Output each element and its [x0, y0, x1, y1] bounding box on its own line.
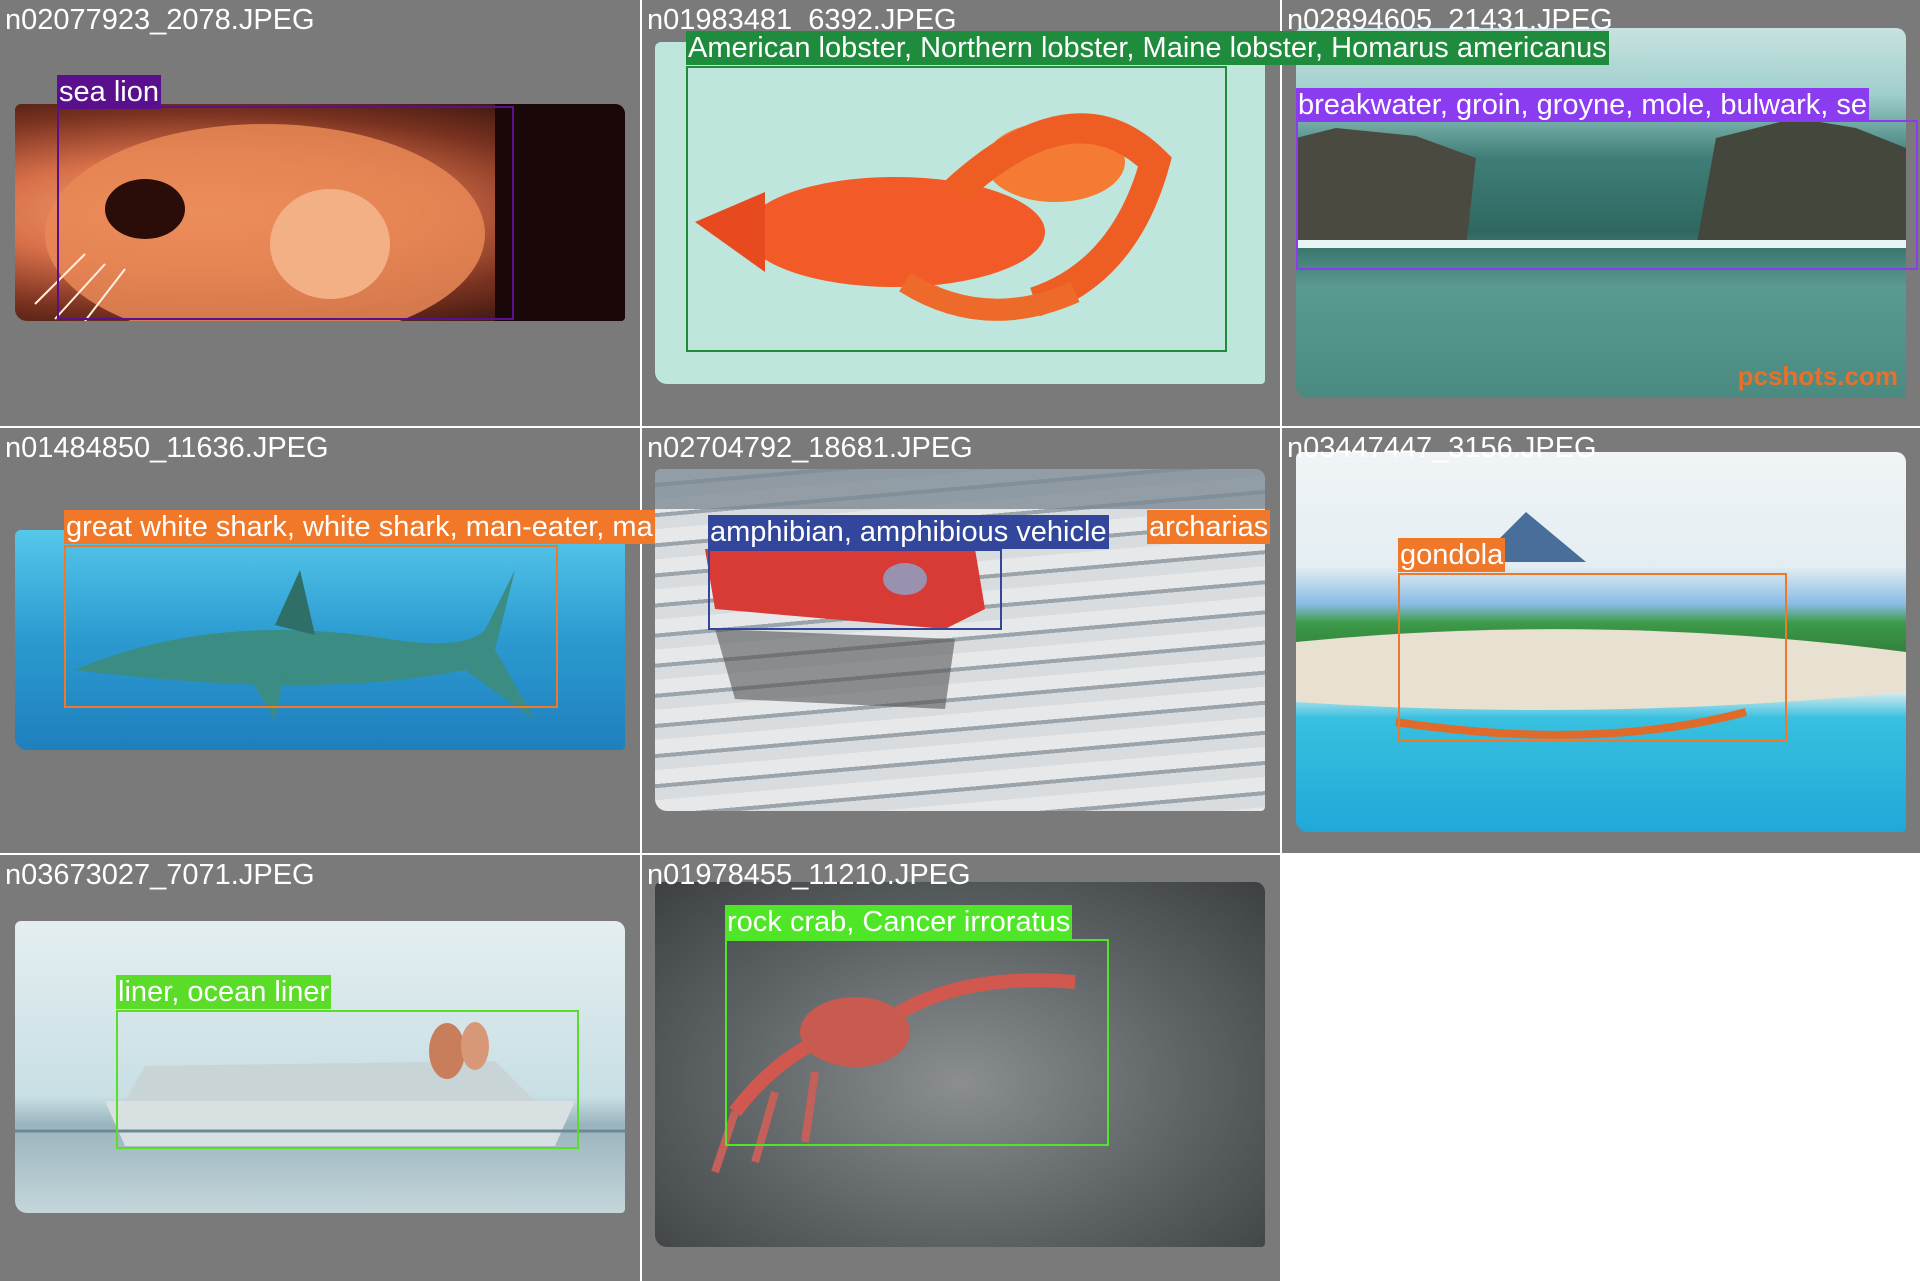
class-label: liner, ocean liner — [116, 975, 332, 1009]
filename-label: n02077923_2078.JPEG — [5, 4, 315, 36]
filename-label: n01978455_11210.JPEG — [647, 859, 971, 891]
class-label: great white shark, white shark, man-eate… — [64, 510, 655, 544]
class-label: American lobster, Northern lobster, Main… — [686, 31, 1609, 65]
grid-cell-6[interactable]: n03447447_3156.JPEG gondola — [1282, 428, 1920, 853]
filename-label: n03673027_7071.JPEG — [5, 859, 315, 891]
grid-cell-4[interactable]: n01484850_11636.JPEG great white shark, … — [0, 428, 655, 853]
class-label: amphibian, amphibious vehicle — [708, 515, 1109, 549]
detection-box — [116, 1010, 579, 1149]
detection-box — [725, 939, 1109, 1146]
filename-label: n02704792_18681.JPEG — [647, 432, 973, 464]
class-label: rock crab, Cancer irroratus — [725, 905, 1073, 939]
detection-box — [57, 106, 514, 320]
detection-box — [64, 545, 558, 708]
filename-label: n01484850_11636.JPEG — [5, 432, 329, 464]
detection-box — [1296, 120, 1918, 270]
grid-cell-8[interactable]: n01978455_11210.JPEG rock crab, Cancer i… — [642, 855, 1280, 1281]
grid-cell-1[interactable]: n02077923_2078.JPEG sea lion — [0, 0, 640, 426]
grid-cell-5[interactable]: n02704792_18681.JPEG archarias amphibian… — [642, 428, 1280, 853]
class-label-overflow: archarias — [1147, 510, 1271, 544]
detection-box — [708, 549, 1002, 630]
detection-box — [1398, 573, 1787, 742]
class-label: gondola — [1398, 538, 1506, 572]
grid-cell-2[interactable]: n01983481_6392.JPEG American lobster, No… — [642, 0, 1609, 426]
filename-label: n03447447_3156.JPEG — [1287, 432, 1597, 464]
class-label: breakwater, groin, groyne, mole, bulwark… — [1296, 88, 1869, 122]
watermark-text: pcshots.com — [1737, 361, 1898, 391]
detection-box — [686, 66, 1227, 352]
grid-cell-7[interactable]: n03673027_7071.JPEG liner, ocean liner — [0, 855, 640, 1281]
class-label: sea lion — [57, 75, 161, 109]
